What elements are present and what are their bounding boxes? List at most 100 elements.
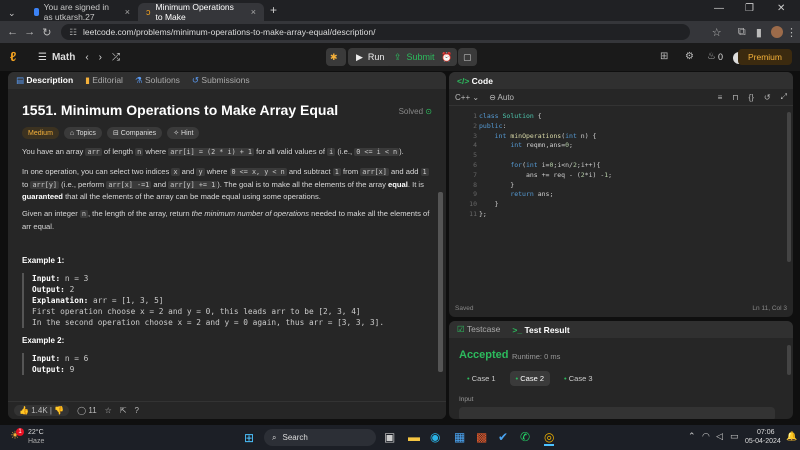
site-info-icon[interactable]: ☷ <box>69 27 77 38</box>
favorite-star-icon[interactable]: ☆ <box>105 406 112 415</box>
clock-date[interactable]: 05-04-2024 <box>745 438 781 445</box>
code-scrollbar[interactable] <box>787 112 791 262</box>
windows-start-icon[interactable]: ⊞ <box>244 431 254 445</box>
sidepanel-icon[interactable]: ▮ <box>750 26 767 39</box>
store-icon[interactable]: ▦ <box>454 430 465 444</box>
bookmark-star-icon[interactable]: ☆ <box>708 26 725 39</box>
layout-icon[interactable]: ⊞ <box>660 51 668 62</box>
search-icon: ⌕ <box>272 432 277 442</box>
close-window-icon[interactable]: ✕ <box>777 3 785 14</box>
todo-icon[interactable]: ✔ <box>498 430 508 444</box>
run-label: Run <box>367 52 385 62</box>
chevron-down-icon: ⌄ <box>472 92 480 102</box>
tab-search-icon[interactable]: ⌄ <box>0 3 26 21</box>
reload-icon[interactable]: ↻ <box>38 26 55 39</box>
tab-editorial[interactable]: ▮ Editorial <box>85 75 123 86</box>
premium-button[interactable]: Premium <box>737 49 792 65</box>
code-editor[interactable]: class Solution { public: int minOperatio… <box>479 112 612 220</box>
close-icon[interactable]: × <box>251 7 256 17</box>
site-icon <box>34 8 39 16</box>
fullscreen-icon[interactable]: ⤢ <box>781 92 787 102</box>
notes-button[interactable]: ▢ <box>458 48 477 66</box>
extensions-icon[interactable]: ⧉ <box>733 26 750 39</box>
lock-icon: ⊖ <box>489 92 496 102</box>
problem-scrollbar[interactable] <box>438 192 443 372</box>
battery-icon[interactable]: ▭ <box>730 431 739 442</box>
topics-chip[interactable]: ⌂ Topics <box>63 127 102 139</box>
file-explorer-icon[interactable]: ▬ <box>408 430 420 444</box>
tab-submissions[interactable]: ↺ Submissions <box>192 75 250 86</box>
companies-chip[interactable]: ⊟ Companies <box>106 127 163 139</box>
share-icon[interactable]: ⇱ <box>120 406 127 415</box>
language-select[interactable]: C++ ⌄ <box>455 93 479 102</box>
case-tab-2[interactable]: • Case 2 <box>509 371 550 386</box>
autocomplete-toggle[interactable]: ⊖ Auto <box>489 93 514 102</box>
profile-avatar[interactable] <box>771 26 783 38</box>
forward-icon[interactable]: → <box>21 26 38 38</box>
code-tab[interactable]: </> Code <box>457 76 493 86</box>
next-problem-icon[interactable]: › <box>99 52 102 63</box>
tag-row: Medium ⌂ Topics ⊟ Companies ✧ Hint <box>22 127 200 139</box>
comment-icon: ◯ <box>77 406 87 415</box>
minimize-icon[interactable]: — <box>714 3 724 14</box>
new-tab-icon[interactable]: + <box>270 3 277 17</box>
flask-icon: ⚗ <box>134 75 143 85</box>
lock-icon: ⊟ <box>112 130 119 137</box>
tab-description[interactable]: ▤ Description <box>16 75 73 86</box>
tray-chevron-icon[interactable]: ⌃ <box>688 431 696 442</box>
comments-button[interactable]: ◯ 11 <box>77 406 97 415</box>
problem-list-icon[interactable]: ☰ <box>38 52 47 63</box>
format-icon[interactable]: ≡ <box>718 93 723 102</box>
like-button[interactable]: 👍 1.4K | 👎 <box>14 405 70 416</box>
taskbar-search[interactable]: ⌕ Search <box>264 429 376 446</box>
history-icon: ↺ <box>191 75 200 85</box>
case-tab-3[interactable]: • Case 3 <box>558 371 599 386</box>
close-icon[interactable]: × <box>125 7 130 17</box>
saved-status: Saved <box>455 305 474 312</box>
browser-tab-1[interactable]: You are signed in as utkarsh.27 × <box>26 2 138 22</box>
testcase-tab[interactable]: ☑ Testcase <box>457 324 500 335</box>
leetcode-logo[interactable]: ℓ <box>10 50 24 64</box>
wifi-icon[interactable]: ◠ <box>702 431 710 442</box>
clock-time[interactable]: 07:06 <box>757 429 775 436</box>
problem-list-label[interactable]: Math <box>52 52 75 63</box>
browser-tab-2[interactable]: ↄ Minimum Operations to Make × <box>138 2 264 22</box>
volume-icon[interactable]: ◁ <box>716 431 723 442</box>
office-icon[interactable]: ▩ <box>476 430 487 444</box>
code-panel: </> Code C++ ⌄ ⊖ Auto ≡ ⊓ {} ↺ ⤢ 1234567… <box>449 72 793 317</box>
input-box <box>459 407 775 419</box>
hint-chip[interactable]: ✧ Hint <box>167 127 200 139</box>
lightbulb-icon: ✧ <box>173 130 180 137</box>
streak-fire-icon[interactable]: ♨ <box>707 51 716 62</box>
help-icon[interactable]: ? <box>135 406 139 415</box>
test-result-tab[interactable]: >_ Test Result <box>512 325 569 335</box>
case-tab-1[interactable]: • Case 1 <box>461 371 502 386</box>
description-paragraph-1: You have an array arr of length n where … <box>22 147 404 156</box>
braces-icon[interactable]: {} <box>749 93 754 102</box>
problem-tabs: ▤ Description ▮ Editorial ⚗ Solutions ↺ … <box>8 72 446 89</box>
tab-solutions[interactable]: ⚗ Solutions <box>135 75 180 86</box>
address-bar[interactable]: ☷ leetcode.com/problems/minimum-operatio… <box>61 24 691 40</box>
result-scrollbar[interactable] <box>787 345 791 375</box>
shuffle-icon[interactable]: ⤮ <box>112 52 120 63</box>
edge-browser-icon[interactable]: ◉ <box>430 430 440 444</box>
settings-gear-icon[interactable]: ⚙ <box>685 51 694 62</box>
thumbs-down-icon[interactable]: | 👎 <box>50 406 64 415</box>
editor-toolbar: C++ ⌄ ⊖ Auto ≡ ⊓ {} ↺ ⤢ <box>449 89 793 106</box>
notifications-bell-icon[interactable]: 🔔 <box>786 431 797 442</box>
menu-icon[interactable]: ⋮ <box>783 26 800 39</box>
debug-button[interactable]: ✱ <box>326 48 346 66</box>
maximize-icon[interactable]: ❐ <box>745 3 754 14</box>
whatsapp-icon[interactable]: ✆ <box>520 430 530 444</box>
temperature-text: 22°C <box>28 429 44 436</box>
chrome-icon[interactable]: ◎ <box>544 430 555 446</box>
submit-button[interactable]: ⇪ Submit <box>386 48 443 66</box>
bug-icon: ✱ <box>330 51 338 62</box>
timer-button[interactable]: ⏰ <box>436 48 458 66</box>
reset-icon[interactable]: ↺ <box>764 93 771 102</box>
task-view-icon[interactable]: ▣ <box>384 430 395 444</box>
prev-problem-icon[interactable]: ‹ <box>85 52 88 63</box>
premium-label: Premium <box>747 52 782 62</box>
back-icon[interactable]: ← <box>4 26 21 38</box>
bookmark-icon[interactable]: ⊓ <box>732 93 738 102</box>
